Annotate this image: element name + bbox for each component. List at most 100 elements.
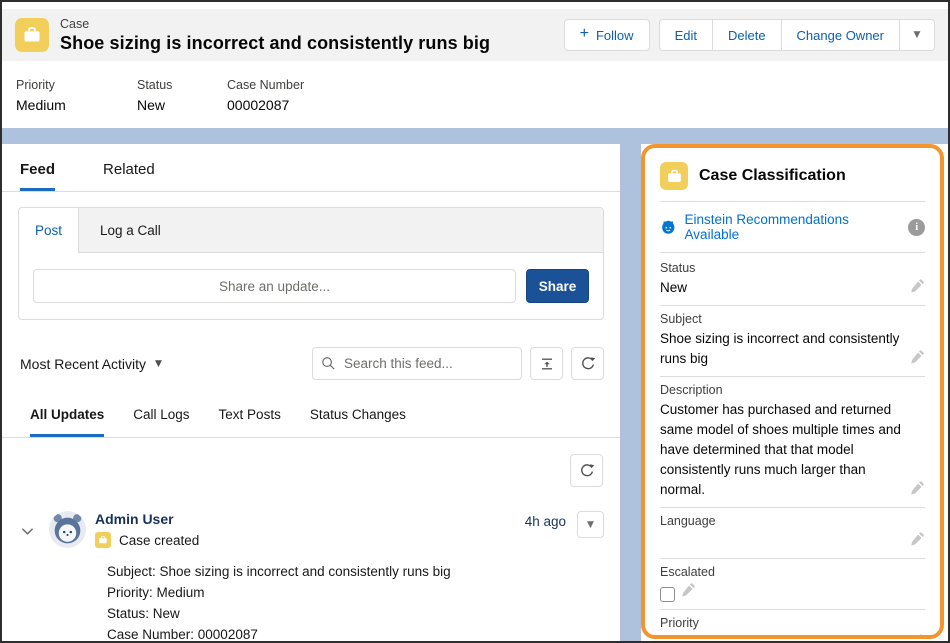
share-button[interactable]: Share: [526, 269, 589, 303]
panel-divider: [660, 252, 925, 253]
field-value: Medium: [16, 97, 137, 113]
escalated-checkbox[interactable]: [660, 587, 675, 602]
tab-feed[interactable]: Feed: [20, 161, 55, 191]
field-value: New: [660, 278, 904, 298]
feed-item-menu-button[interactable]: ▼: [577, 511, 604, 538]
action-button-delete[interactable]: Delete: [712, 19, 781, 51]
field-value-row: Shoe sizing is incorrect and consistentl…: [660, 329, 925, 369]
header-field-case-number: Case Number00002087: [227, 78, 304, 128]
info-icon[interactable]: i: [908, 219, 925, 236]
field-value-row: Medium: [660, 633, 925, 639]
header-field-priority: PriorityMedium: [16, 78, 137, 128]
refresh-list-button[interactable]: [570, 454, 603, 487]
filter-tab-status-changes[interactable]: Status Changes: [310, 407, 406, 437]
case-classification-panel: Case Classification Einstein Recommendat…: [641, 144, 944, 639]
edit-field-button[interactable]: [910, 531, 925, 551]
einstein-row: Einstein Recommendations Available i: [660, 202, 925, 252]
object-tabs: Feed Related: [18, 144, 604, 191]
edit-field-button[interactable]: [910, 480, 925, 500]
collapse-all-button[interactable]: [530, 347, 563, 380]
field-value: Medium: [660, 633, 904, 639]
edit-field-button[interactable]: [910, 278, 925, 298]
panel-field-language: Language: [660, 508, 925, 559]
feed-action-row: Case created: [95, 532, 199, 548]
action-button-edit[interactable]: Edit: [659, 19, 712, 51]
filter-tab-call-logs[interactable]: Call Logs: [133, 407, 189, 437]
panel-header: Case Classification: [660, 159, 925, 201]
tabs-divider: [2, 191, 620, 192]
chevron-down-icon: ▼: [587, 520, 594, 530]
publisher-tab-post[interactable]: Post: [19, 208, 79, 253]
header-field-row: PriorityMediumStatus NewCase Number000020…: [2, 61, 948, 128]
publisher-tabs: PostLog a Call: [19, 208, 603, 253]
refresh-row: [18, 454, 604, 487]
feed-item: Admin User Case created 4h ago ▼: [18, 511, 604, 548]
field-value: [660, 533, 904, 551]
feed-detail-line: Priority: Medium: [107, 582, 604, 603]
avatar[interactable]: [49, 511, 86, 548]
feed-timestamp: 4h ago: [525, 514, 566, 529]
panel-field-status: Status New: [660, 255, 925, 306]
action-button-change-owner[interactable]: Change Owner: [781, 19, 899, 51]
collapse-item-chevron-icon[interactable]: [21, 523, 34, 541]
field-label: Description: [660, 383, 925, 397]
chevron-down-icon: ▼: [155, 359, 162, 369]
filter-tab-all-updates[interactable]: All Updates: [30, 407, 104, 437]
feed-detail-line: Status: New: [107, 603, 604, 624]
entity-label: Case: [60, 17, 490, 31]
filter-tabs-divider: [2, 437, 620, 438]
panel-field-subject: Subject Shoe sizing is incorrect and cons…: [660, 306, 925, 377]
edit-field-button[interactable]: [910, 633, 925, 639]
header-actions: + Follow EditDeleteChange Owner▼: [564, 19, 935, 51]
feed-search: [312, 347, 522, 380]
field-label: Subject: [660, 312, 925, 326]
edit-pencil-icon: [910, 531, 925, 546]
search-icon: [321, 356, 336, 376]
panel-field-escalated: Escalated: [660, 559, 925, 610]
field-value: New: [137, 97, 227, 113]
feed-item-meta: 4h ago ▼: [525, 511, 604, 538]
edit-field-button[interactable]: [910, 349, 925, 369]
feed-controls: Most Recent Activity ▼: [18, 347, 604, 380]
field-label: Case Number: [227, 78, 304, 92]
sort-dropdown[interactable]: Most Recent Activity ▼: [20, 356, 162, 372]
edit-pencil-icon: [910, 480, 925, 495]
feed-filter-tabs: All Updates Call Logs Text Posts Status Cha…: [18, 407, 604, 437]
einstein-recommendations-link[interactable]: Einstein Recommendations Available: [685, 212, 901, 242]
publisher-body: Share: [19, 253, 603, 319]
search-input[interactable]: [312, 347, 522, 380]
publisher-tab-log-a-call[interactable]: Log a Call: [79, 208, 182, 252]
header-field-status: Status New: [137, 78, 227, 128]
feed-item-details: Subject: Shoe sizing is incorrect and co…: [107, 561, 604, 641]
edit-field-button[interactable]: [681, 582, 696, 602]
case-object-icon: [15, 18, 49, 52]
case-page: Case Shoe sizing is incorrect and consis…: [0, 0, 950, 643]
panel-field-priority: Priority Medium: [660, 610, 925, 639]
field-value: Shoe sizing is incorrect and consistentl…: [660, 329, 904, 369]
follow-button[interactable]: + Follow: [564, 19, 650, 51]
collapse-all-icon: [539, 356, 555, 372]
feed-author-link[interactable]: Admin User: [95, 511, 199, 527]
page-header: Case Shoe sizing is incorrect and consis…: [2, 9, 948, 61]
field-label: Language: [660, 514, 925, 528]
field-label: Priority: [660, 616, 925, 630]
page-title: Shoe sizing is incorrect and consistentl…: [60, 33, 490, 54]
feed-detail-line: Subject: Shoe sizing is incorrect and co…: [107, 561, 604, 582]
share-update-input[interactable]: [33, 269, 516, 303]
einstein-icon: [660, 219, 677, 236]
field-value-row: [660, 582, 925, 602]
panel-title: Case Classification: [699, 167, 846, 185]
field-label: Status: [660, 261, 925, 275]
background-strip: [620, 128, 641, 641]
feed-card: Feed Related PostLog a Call Share Most Re…: [2, 144, 620, 641]
filter-tab-text-posts[interactable]: Text Posts: [219, 407, 281, 437]
edit-pencil-icon: [681, 582, 696, 597]
chatter-publisher: PostLog a Call Share: [18, 207, 604, 320]
tab-related[interactable]: Related: [103, 161, 155, 191]
edit-pencil-icon: [910, 349, 925, 364]
field-label: Status: [137, 78, 227, 92]
more-actions-button[interactable]: ▼: [899, 19, 935, 51]
refresh-icon: [579, 463, 595, 479]
panel-fields: Status New Subject Shoe sizing is incorrect…: [660, 255, 925, 639]
refresh-feed-button[interactable]: [571, 347, 604, 380]
